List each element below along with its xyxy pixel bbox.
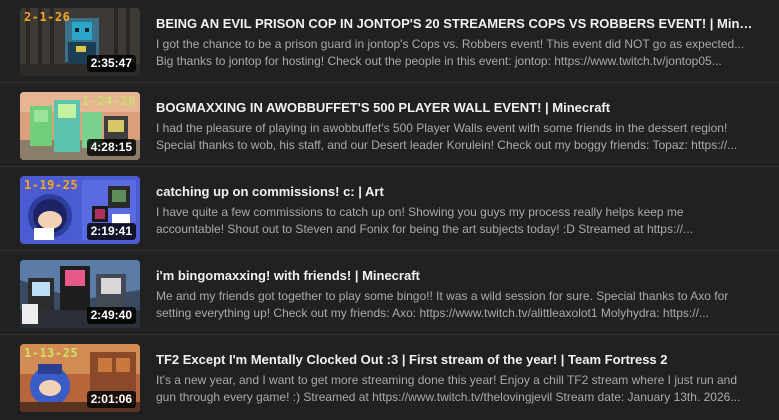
date-overlay-text: 1-13-25 <box>24 346 79 360</box>
duration-badge: 4:28:15 <box>86 139 136 156</box>
video-row[interactable]: 2:49:40 i'm bingomaxxing! with friends! … <box>0 252 779 335</box>
duration-badge: 2:35:47 <box>86 55 136 72</box>
description-line: I got the chance to be a prison guard in… <box>156 37 745 51</box>
video-thumbnail[interactable]: 2-1-26 2:35:47 <box>20 8 140 76</box>
video-title[interactable]: catching up on commissions! c: | Art <box>156 184 756 200</box>
video-description: It's a new year, and I want to get more … <box>156 372 756 406</box>
video-description: I have quite a few commissions to catch … <box>156 204 756 238</box>
video-info: BOGMAXXING IN AWOBBUFFET'S 500 PLAYER WA… <box>156 100 756 154</box>
video-thumbnail[interactable]: 2:49:40 <box>20 260 140 328</box>
date-overlay-text: 2-1-26 <box>24 10 71 24</box>
video-info: TF2 Except I'm Mentally Clocked Out :3 |… <box>156 352 756 406</box>
video-description: I got the chance to be a prison guard in… <box>156 36 756 70</box>
description-line: setting everything up! Check out my frie… <box>156 306 709 320</box>
duration-badge: 2:19:41 <box>86 223 136 240</box>
description-line: gun through every game! :) Streamed at h… <box>156 390 741 404</box>
duration-badge: 2:01:06 <box>86 391 136 408</box>
video-description: Me and my friends got together to play s… <box>156 288 756 322</box>
video-row[interactable]: 2-1-26 2:35:47 BEING AN EVIL PRISON COP … <box>0 0 779 83</box>
video-title[interactable]: i'm bingomaxxing! with friends! | Minecr… <box>156 268 756 284</box>
date-overlay-text: 1-24-26 <box>81 94 136 108</box>
description-line: Me and my friends got together to play s… <box>156 289 729 303</box>
description-line: I had the pleasure of playing in awobbuf… <box>156 121 728 135</box>
date-overlay-text: 1-19-25 <box>24 178 79 192</box>
description-line: Big thanks to jontop for hosting! Check … <box>156 54 722 68</box>
video-thumbnail[interactable]: 1-19-25 2:19:41 <box>20 176 140 244</box>
video-title[interactable]: BEING AN EVIL PRISON COP IN JONTOP'S 20 … <box>156 16 756 32</box>
video-row[interactable]: 1-13-25 2:01:06 TF2 Except I'm Mentally … <box>0 336 779 419</box>
video-row[interactable]: 1-19-25 2:19:41 catching up on commissio… <box>0 168 779 251</box>
video-thumbnail[interactable]: 1-24-26 4:28:15 <box>20 92 140 160</box>
duration-badge: 2:49:40 <box>86 307 136 324</box>
video-title[interactable]: TF2 Except I'm Mentally Clocked Out :3 |… <box>156 352 756 368</box>
description-line: accountable! Shout out to Steven and Fon… <box>156 222 693 236</box>
description-line: I have quite a few commissions to catch … <box>156 205 684 219</box>
video-info: BEING AN EVIL PRISON COP IN JONTOP'S 20 … <box>156 16 756 70</box>
video-description: I had the pleasure of playing in awobbuf… <box>156 120 756 154</box>
description-line: It's a new year, and I want to get more … <box>156 373 738 387</box>
description-line: Special thanks to wob, his staff, and ou… <box>156 138 738 152</box>
video-info: i'm bingomaxxing! with friends! | Minecr… <box>156 268 756 322</box>
video-info: catching up on commissions! c: | Art I h… <box>156 184 756 238</box>
video-list: 2-1-26 2:35:47 BEING AN EVIL PRISON COP … <box>0 0 779 420</box>
video-thumbnail[interactable]: 1-13-25 2:01:06 <box>20 344 140 412</box>
video-title[interactable]: BOGMAXXING IN AWOBBUFFET'S 500 PLAYER WA… <box>156 100 756 116</box>
video-row[interactable]: 1-24-26 4:28:15 BOGMAXXING IN AWOBBUFFET… <box>0 84 779 167</box>
